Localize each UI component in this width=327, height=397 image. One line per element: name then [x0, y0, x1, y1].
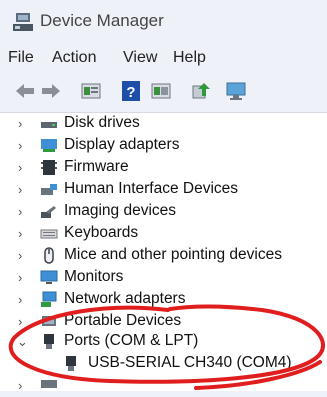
forward-arrow-icon[interactable]: [40, 80, 62, 102]
tree-item-label: Disk drives: [64, 114, 140, 131]
tree-item-imaging-devices[interactable]: › Imaging devices: [0, 201, 327, 223]
tree-item-label: Keyboards: [64, 224, 139, 241]
tree-item-firmware[interactable]: › Firmware: [0, 157, 327, 179]
tree-item-label: Ports (COM & LPT): [64, 332, 199, 349]
chevron-right-icon[interactable]: ›: [18, 314, 30, 329]
show-hidden-icon[interactable]: [150, 80, 172, 102]
printer-icon: [41, 380, 57, 388]
tree-item-label: Imaging devices: [64, 202, 177, 219]
back-arrow-icon[interactable]: [14, 80, 36, 102]
chevron-down-icon[interactable]: ⌄: [17, 334, 29, 349]
camera-icon: [41, 206, 56, 218]
tree-item-mice[interactable]: › Mice and other pointing devices: [0, 245, 327, 267]
disk-drive-icon: [41, 122, 57, 128]
title-bar: Device Manager: [0, 0, 327, 44]
tree-item-disk-drives[interactable]: › Disk drives: [0, 113, 327, 135]
chevron-right-icon[interactable]: ›: [18, 204, 30, 219]
tree-item-portable-devices[interactable]: › Portable Devices: [0, 311, 327, 333]
tree-item-display-adapters[interactable]: › Display adapters: [0, 135, 327, 157]
chevron-right-icon[interactable]: ›: [18, 292, 30, 307]
hid-icon: [41, 184, 57, 195]
tree-item-label: Display adapters: [64, 136, 180, 153]
menu-bar: File Action View Help: [0, 44, 327, 74]
tree-item-label: Network adapters: [64, 290, 186, 307]
port-icon: [44, 334, 54, 349]
update-driver-icon[interactable]: [190, 80, 212, 102]
device-manager-icon: [13, 13, 33, 31]
tree-item-network-adapters[interactable]: › Network adapters: [0, 289, 327, 311]
chevron-right-icon[interactable]: ›: [18, 160, 30, 175]
chevron-right-icon[interactable]: ›: [18, 116, 30, 131]
properties-icon[interactable]: [80, 80, 102, 102]
help-icon[interactable]: ?: [120, 80, 142, 102]
chevron-right-icon[interactable]: ›: [18, 226, 30, 241]
tree-item-next-partial: ›: [0, 375, 327, 397]
tree-item-label: Firmware: [64, 158, 129, 175]
keyboard-icon: [40, 229, 58, 239]
menu-help[interactable]: Help: [173, 49, 206, 67]
chevron-right-icon[interactable]: ›: [18, 270, 30, 285]
tree-item-human-interface-devices[interactable]: › Human Interface Devices: [0, 179, 327, 201]
menu-action[interactable]: Action: [52, 49, 96, 67]
menu-file[interactable]: File: [8, 49, 34, 67]
chevron-right-icon[interactable]: ›: [18, 138, 30, 153]
toolbar: ?: [0, 74, 327, 108]
monitor-scan-icon[interactable]: [225, 80, 247, 102]
window-title: Device Manager: [40, 11, 164, 30]
tree-item-label: Portable Devices: [64, 312, 182, 329]
tree-item-label: Mice and other pointing devices: [64, 246, 282, 263]
display-adapter-icon: [41, 139, 57, 152]
mouse-icon: [44, 247, 54, 264]
tree-item-label: USB-SERIAL CH340 (COM4): [88, 354, 292, 371]
monitor-icon: [40, 270, 58, 284]
portable-device-icon: [42, 316, 56, 326]
tree-item-monitors[interactable]: › Monitors: [0, 267, 327, 289]
tree-item-label: Human Interface Devices: [64, 180, 239, 197]
tree-item-ports[interactable]: ⌄ Ports (COM & LPT): [0, 331, 327, 353]
firmware-icon: [41, 160, 57, 175]
chevron-right-icon[interactable]: ›: [18, 248, 30, 263]
chevron-right-icon[interactable]: ›: [18, 182, 30, 197]
tree-item-keyboards[interactable]: › Keyboards: [0, 223, 327, 245]
tree-item-label: Monitors: [64, 268, 124, 285]
svg-text:?: ?: [126, 84, 135, 101]
tree-item-usb-serial-ch340[interactable]: USB-SERIAL CH340 (COM4): [0, 353, 327, 375]
network-adapter-icon: [41, 291, 57, 307]
port-icon: [66, 356, 76, 371]
menu-view[interactable]: View: [123, 49, 157, 67]
device-tree: › Disk drives › Display adapters › Firmw…: [0, 112, 327, 393]
